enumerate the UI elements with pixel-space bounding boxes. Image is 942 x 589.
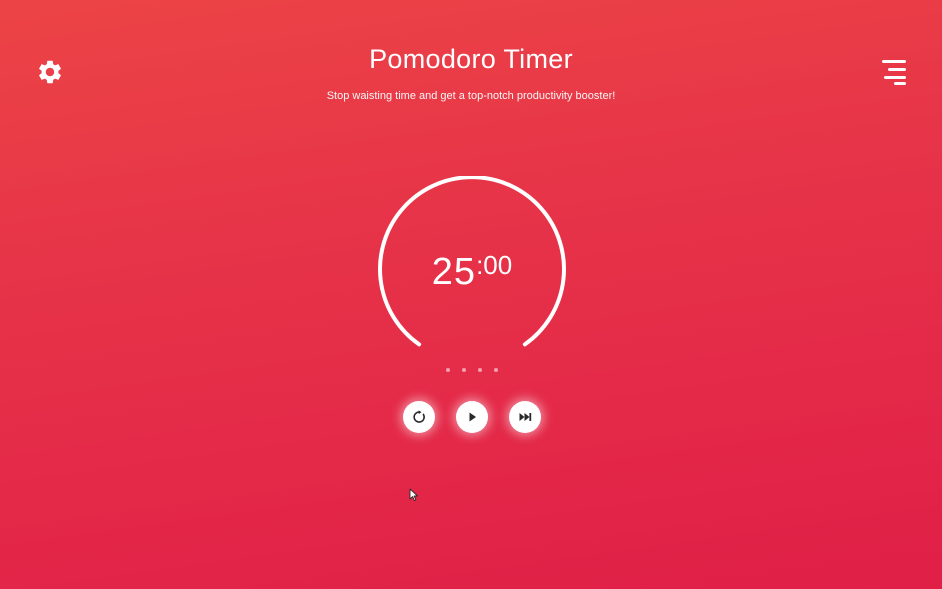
session-dot — [478, 368, 482, 372]
session-dot — [462, 368, 466, 372]
session-indicators — [446, 368, 502, 374]
session-dot — [446, 368, 450, 372]
timer-minutes: 25 — [431, 251, 477, 293]
page-title: Pomodoro Timer — [369, 44, 573, 74]
timer-seconds: 00 — [483, 250, 513, 280]
timer-display: 25:00 — [377, 250, 567, 294]
menu-button[interactable] — [880, 60, 908, 86]
play-button[interactable] — [456, 401, 488, 433]
skip-button[interactable] — [509, 401, 541, 433]
page-subtitle: Stop waisting time and get a top-notch p… — [326, 90, 616, 102]
session-dot — [494, 368, 498, 372]
reset-button[interactable] — [403, 401, 435, 433]
mouse-cursor-icon — [409, 488, 419, 502]
